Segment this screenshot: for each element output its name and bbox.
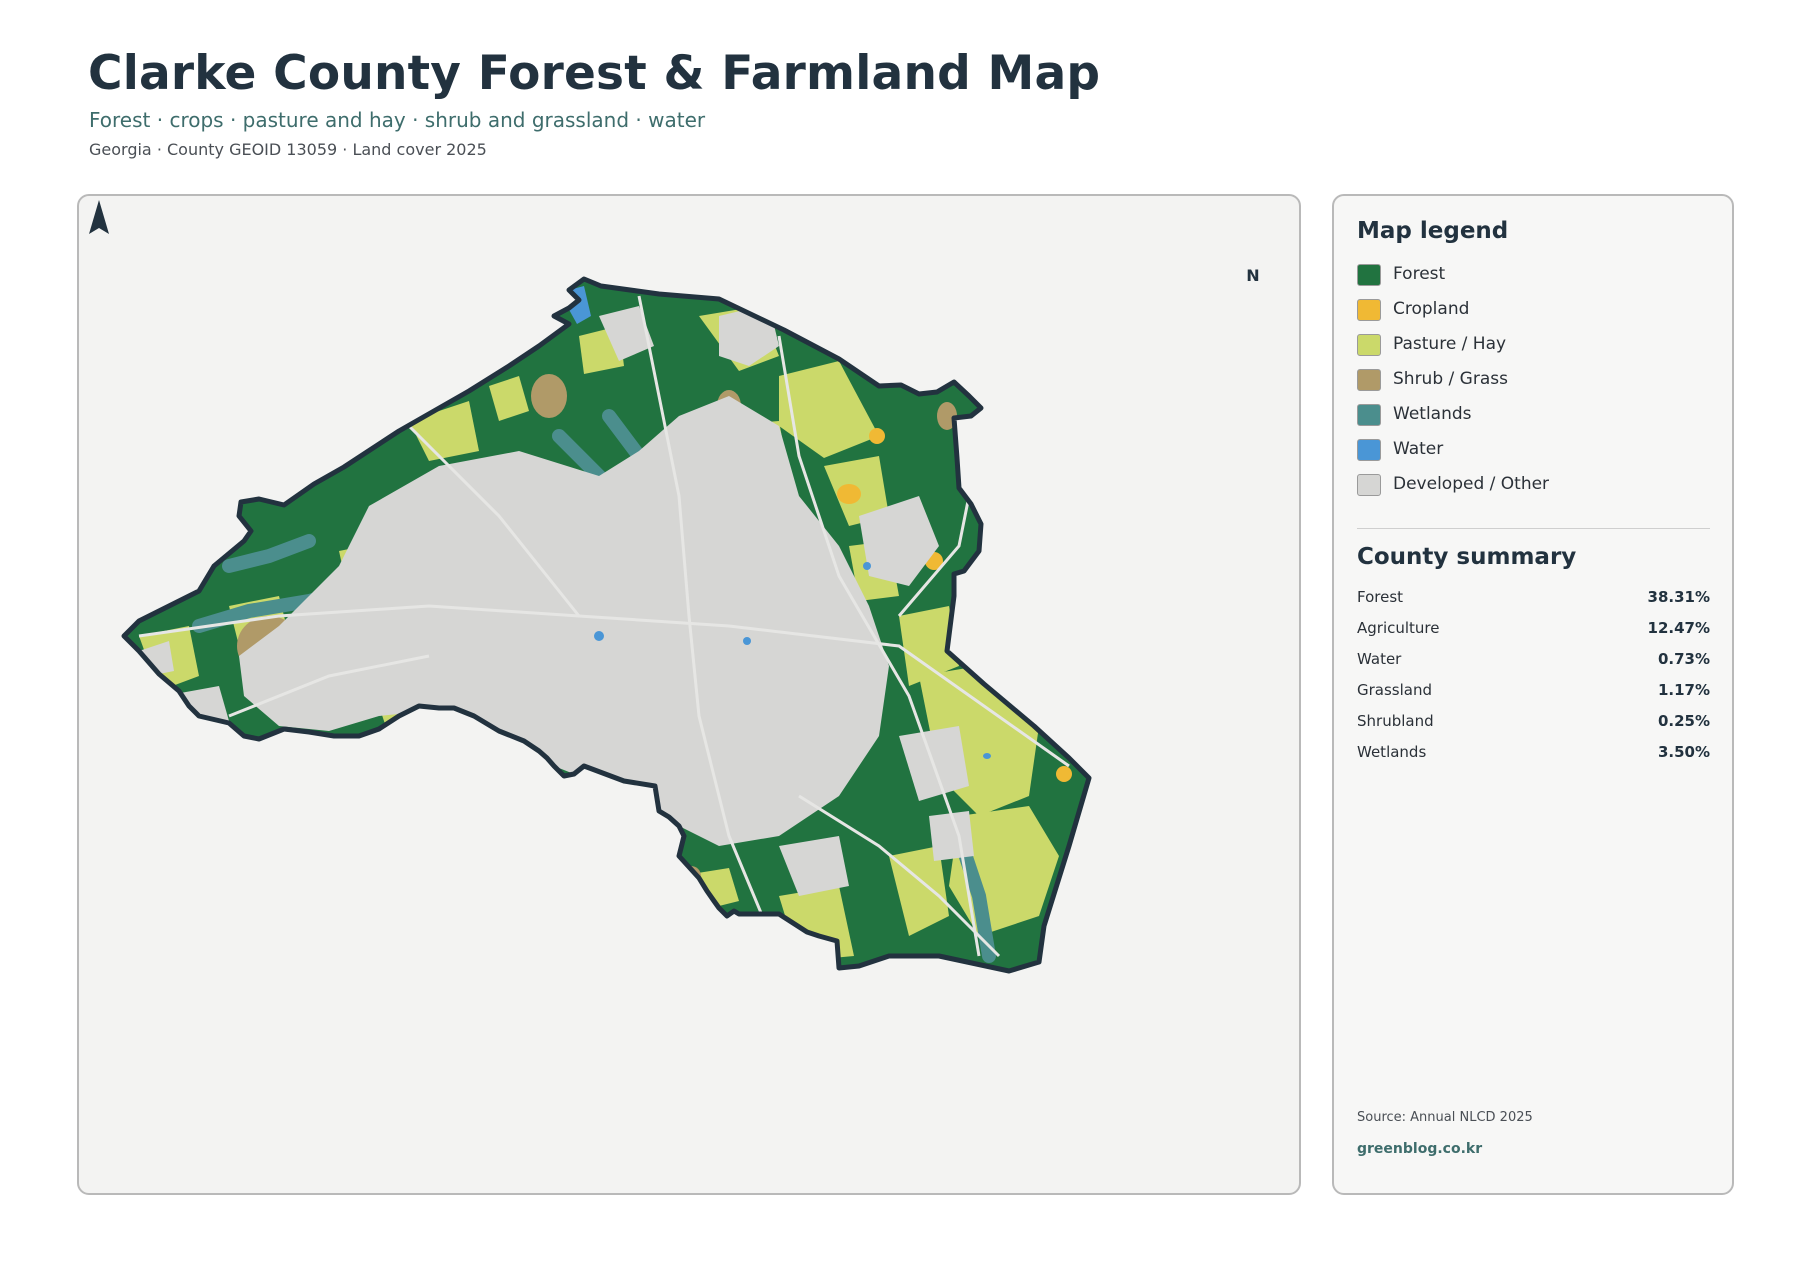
legend-swatch bbox=[1357, 474, 1381, 496]
legend-item: Wetlands bbox=[1357, 404, 1717, 439]
page-title: Clarke County Forest & Farmland Map bbox=[88, 46, 1101, 101]
summary-row: Forest 38.31% bbox=[1357, 588, 1710, 619]
summary-list: Forest 38.31% Agriculture 12.47% Water 0.73% G… bbox=[1357, 588, 1710, 774]
summary-value: 38.31% bbox=[1647, 588, 1710, 606]
legend-label: Cropland bbox=[1393, 299, 1470, 319]
legend-swatch bbox=[1357, 334, 1381, 356]
north-arrow-icon bbox=[89, 200, 109, 234]
summary-value: 0.73% bbox=[1657, 650, 1710, 668]
north-label: N bbox=[1246, 266, 1260, 285]
legend-label: Pasture / Hay bbox=[1393, 334, 1507, 354]
summary-label: Forest bbox=[1357, 588, 1404, 606]
summary-title: County summary bbox=[1357, 544, 1577, 570]
summary-value: 0.25% bbox=[1657, 712, 1710, 730]
source-text: Source: Annual NLCD 2025 bbox=[1357, 1110, 1533, 1125]
summary-row: Water 0.73% bbox=[1357, 650, 1710, 681]
page-meta: Georgia · County GEOID 13059 · Land cove… bbox=[89, 140, 487, 159]
legend-item: Developed / Other bbox=[1357, 474, 1717, 509]
legend-label: Developed / Other bbox=[1393, 474, 1550, 494]
summary-label: Wetlands bbox=[1357, 743, 1427, 761]
legend-item: Cropland bbox=[1357, 299, 1717, 334]
summary-value: 12.47% bbox=[1647, 619, 1710, 637]
legend-label: Shrub / Grass bbox=[1393, 369, 1508, 389]
legend-swatch bbox=[1357, 369, 1381, 391]
legend-item: Pasture / Hay bbox=[1357, 334, 1717, 369]
side-panel: Map legend Forest Cropland Pasture / Hay Sh… bbox=[1332, 194, 1734, 1195]
legend-label: Forest bbox=[1393, 264, 1446, 284]
brand-link[interactable]: greenblog.co.kr bbox=[1357, 1141, 1482, 1157]
summary-row: Shrubland 0.25% bbox=[1357, 712, 1710, 743]
legend-title: Map legend bbox=[1357, 218, 1509, 244]
summary-label: Grassland bbox=[1357, 681, 1432, 699]
divider bbox=[1357, 528, 1710, 529]
summary-row: Wetlands 3.50% bbox=[1357, 743, 1710, 774]
summary-label: Water bbox=[1357, 650, 1402, 668]
legend-item: Forest bbox=[1357, 264, 1717, 299]
legend-swatch bbox=[1357, 404, 1381, 426]
legend-label: Water bbox=[1393, 439, 1444, 459]
summary-value: 3.50% bbox=[1657, 743, 1710, 761]
page-subtitle: Forest · crops · pasture and hay · shrub… bbox=[89, 108, 706, 132]
map-panel[interactable]: N bbox=[77, 194, 1301, 1195]
summary-row: Agriculture 12.47% bbox=[1357, 619, 1710, 650]
legend-list: Forest Cropland Pasture / Hay Shrub / Grass… bbox=[1357, 264, 1717, 509]
legend-swatch bbox=[1357, 264, 1381, 286]
legend-swatch bbox=[1357, 299, 1381, 321]
legend-item: Water bbox=[1357, 439, 1717, 474]
summary-value: 1.17% bbox=[1657, 681, 1710, 699]
summary-row: Grassland 1.17% bbox=[1357, 681, 1710, 712]
legend-item: Shrub / Grass bbox=[1357, 369, 1717, 404]
county-map[interactable] bbox=[79, 196, 1301, 1195]
land-cover-layer bbox=[124, 279, 1089, 971]
summary-label: Shrubland bbox=[1357, 712, 1434, 730]
legend-swatch bbox=[1357, 439, 1381, 461]
summary-label: Agriculture bbox=[1357, 619, 1440, 637]
legend-label: Wetlands bbox=[1393, 404, 1472, 424]
